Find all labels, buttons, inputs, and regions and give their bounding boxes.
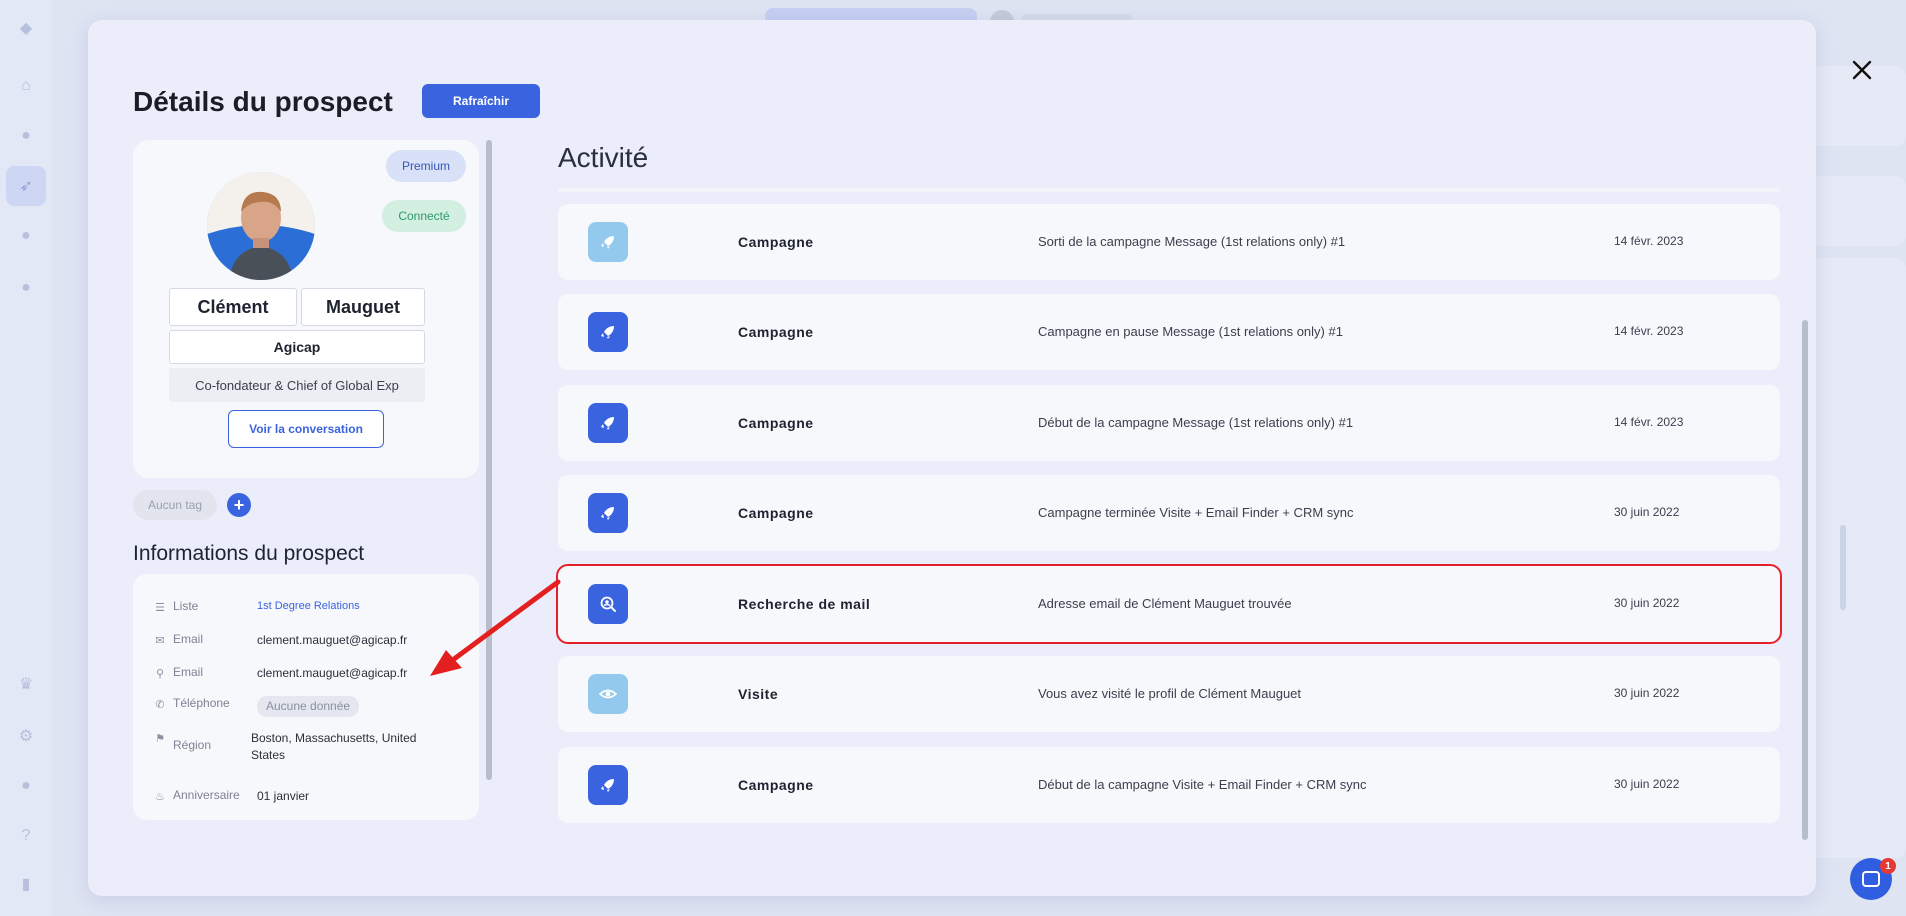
premium-badge: Premium: [386, 150, 466, 182]
avatar: [207, 172, 315, 280]
info-row-region: ⚑ Région Boston, Massachusetts, United S…: [153, 730, 431, 765]
email-found-value[interactable]: clement.mauguet@agicap.fr: [257, 665, 437, 682]
home-icon[interactable]: ⌂: [14, 74, 38, 98]
activity-description: Début de la campagne Message (1st relati…: [1038, 415, 1354, 430]
activity-date: 30 juin 2022: [1614, 686, 1680, 700]
activity-description: Début de la campagne Visite + Email Find…: [1038, 777, 1367, 792]
plus-icon: +: [233, 495, 245, 515]
activity-row[interactable]: Campagne Campagne en pause Message (1st …: [558, 294, 1780, 370]
info-label: Email: [173, 665, 204, 679]
list-icon: ☰: [155, 601, 165, 614]
rocket-icon: [588, 222, 628, 262]
activity-description: Campagne en pause Message (1st relations…: [1038, 324, 1343, 339]
info-section-title: Informations du prospect: [133, 542, 365, 565]
info-label: Email: [173, 632, 204, 646]
info-label: Région: [173, 738, 212, 752]
background-card: [1810, 176, 1906, 246]
info-row-list: ☰ Liste 1st Degree Relations: [153, 599, 437, 615]
activity-type: Campagne: [738, 777, 814, 793]
activity-type: Campagne: [738, 415, 814, 431]
chat-icon: [1862, 871, 1880, 887]
activity-description: Sorti de la campagne Message (1st relati…: [1038, 234, 1346, 249]
activity-description: Adresse email de Clément Mauguet trouvée: [1038, 596, 1292, 611]
team-icon[interactable]: ●: [14, 276, 38, 300]
users-icon[interactable]: ●: [14, 124, 38, 148]
activity-date: 14 févr. 2023: [1614, 415, 1684, 429]
pin-icon: ⚑: [155, 732, 165, 745]
activity-type: Campagne: [738, 234, 814, 250]
background-card: [1810, 258, 1906, 858]
prospect-modal: Détails du prospect Rafraîchir Premium C…: [88, 20, 1872, 896]
company-field[interactable]: Agicap: [169, 330, 425, 364]
info-row-phone: ✆ Téléphone Aucune donnée: [153, 696, 360, 718]
gear-icon[interactable]: ⚙: [14, 724, 38, 748]
activity-date: 30 juin 2022: [1614, 505, 1680, 519]
activity-type: Campagne: [738, 324, 814, 340]
refresh-button[interactable]: Rafraîchir: [422, 84, 540, 118]
region-value: Boston, Massachusetts, United States: [251, 731, 417, 763]
chat-notification-badge: 1: [1880, 858, 1896, 874]
activity-row[interactable]: Visite Vous avez visité le profil de Clé…: [558, 656, 1780, 732]
rocket-icon: [588, 312, 628, 352]
info-row-birthday: ♨ Anniversaire 01 janvier: [153, 788, 437, 805]
tag-placeholder: Aucun tag: [133, 490, 217, 520]
first-name-field[interactable]: Clément: [169, 288, 297, 326]
activity-description: Vous avez visité le profil de Clément Ma…: [1038, 686, 1302, 701]
birthday-value: 01 janvier: [257, 789, 310, 803]
chat-icon[interactable]: ●: [14, 224, 38, 248]
email-value[interactable]: clement.mauguet@agicap.fr: [257, 632, 437, 649]
phone-empty-value: Aucune donnée: [257, 696, 360, 718]
job-title-field[interactable]: Co-fondateur & Chief of Global Exp: [169, 368, 425, 402]
activity-date: 14 févr. 2023: [1614, 324, 1684, 338]
activity-type: Campagne: [738, 505, 814, 521]
activity-row-highlighted[interactable]: Recherche de mail Adresse email de Cléme…: [556, 564, 1782, 644]
logo-icon[interactable]: ◆: [14, 16, 38, 40]
rocket-icon: [588, 403, 628, 443]
help-icon[interactable]: ?: [14, 824, 38, 848]
cake-icon: ♨: [155, 790, 165, 803]
activity-row[interactable]: Campagne Campagne terminée Visite + Emai…: [558, 475, 1780, 551]
rocket-icon[interactable]: ➶: [6, 166, 46, 206]
phone-icon: ✆: [155, 698, 165, 711]
avatar-photo: [207, 172, 315, 280]
eye-icon: [588, 674, 628, 714]
page-title: Détails du prospect: [133, 86, 393, 117]
activity-type: Visite: [738, 686, 779, 702]
search-user-icon: ⚲: [155, 667, 165, 680]
info-row-email-found: ⚲ Email clement.mauguet@agicap.fr: [153, 665, 437, 682]
info-label: Liste: [173, 599, 199, 613]
info-label: Anniversaire: [173, 788, 240, 802]
connected-badge: Connecté: [382, 200, 466, 232]
background-scrollbar: [1840, 525, 1846, 610]
activity-top-edge: [558, 188, 1780, 192]
flag-icon[interactable]: ▮: [14, 872, 38, 896]
activity-scrollbar[interactable]: [1802, 320, 1808, 840]
crown-icon[interactable]: ♛: [14, 672, 38, 696]
activity-description: Campagne terminée Visite + Email Finder …: [1038, 505, 1354, 520]
info-row-email: ✉ Email clement.mauguet@agicap.fr: [153, 632, 437, 649]
activity-type: Recherche de mail: [738, 596, 871, 612]
add-tag-button[interactable]: +: [227, 493, 251, 517]
list-link[interactable]: 1st Degree Relations: [257, 599, 437, 615]
rocket-icon: [588, 493, 628, 533]
activity-date: 30 juin 2022: [1614, 777, 1680, 791]
bell-icon[interactable]: ●: [14, 774, 38, 798]
activity-row[interactable]: Campagne Début de la campagne Message (1…: [558, 385, 1780, 461]
search-user-icon: [588, 584, 628, 624]
app-sidebar: ◆ ⌂ ● ➶ ● ● ♛ ⚙ ● ? ▮: [0, 0, 52, 916]
left-scrollbar[interactable]: [486, 140, 492, 780]
view-conversation-button[interactable]: Voir la conversation: [228, 410, 384, 448]
mail-icon: ✉: [155, 634, 165, 647]
rocket-icon: [588, 765, 628, 805]
activity-date: 14 févr. 2023: [1614, 234, 1684, 248]
close-button[interactable]: [1840, 48, 1884, 92]
close-icon: [1852, 60, 1872, 80]
activity-row[interactable]: Campagne Début de la campagne Visite + E…: [558, 747, 1780, 823]
activity-date: 30 juin 2022: [1614, 596, 1680, 610]
info-label: Téléphone: [173, 696, 230, 710]
last-name-field[interactable]: Mauguet: [301, 288, 425, 326]
left-scrollbar-thumb[interactable]: [486, 140, 492, 780]
activity-title: Activité: [558, 142, 649, 173]
activity-row[interactable]: Campagne Sorti de la campagne Message (1…: [558, 204, 1780, 280]
